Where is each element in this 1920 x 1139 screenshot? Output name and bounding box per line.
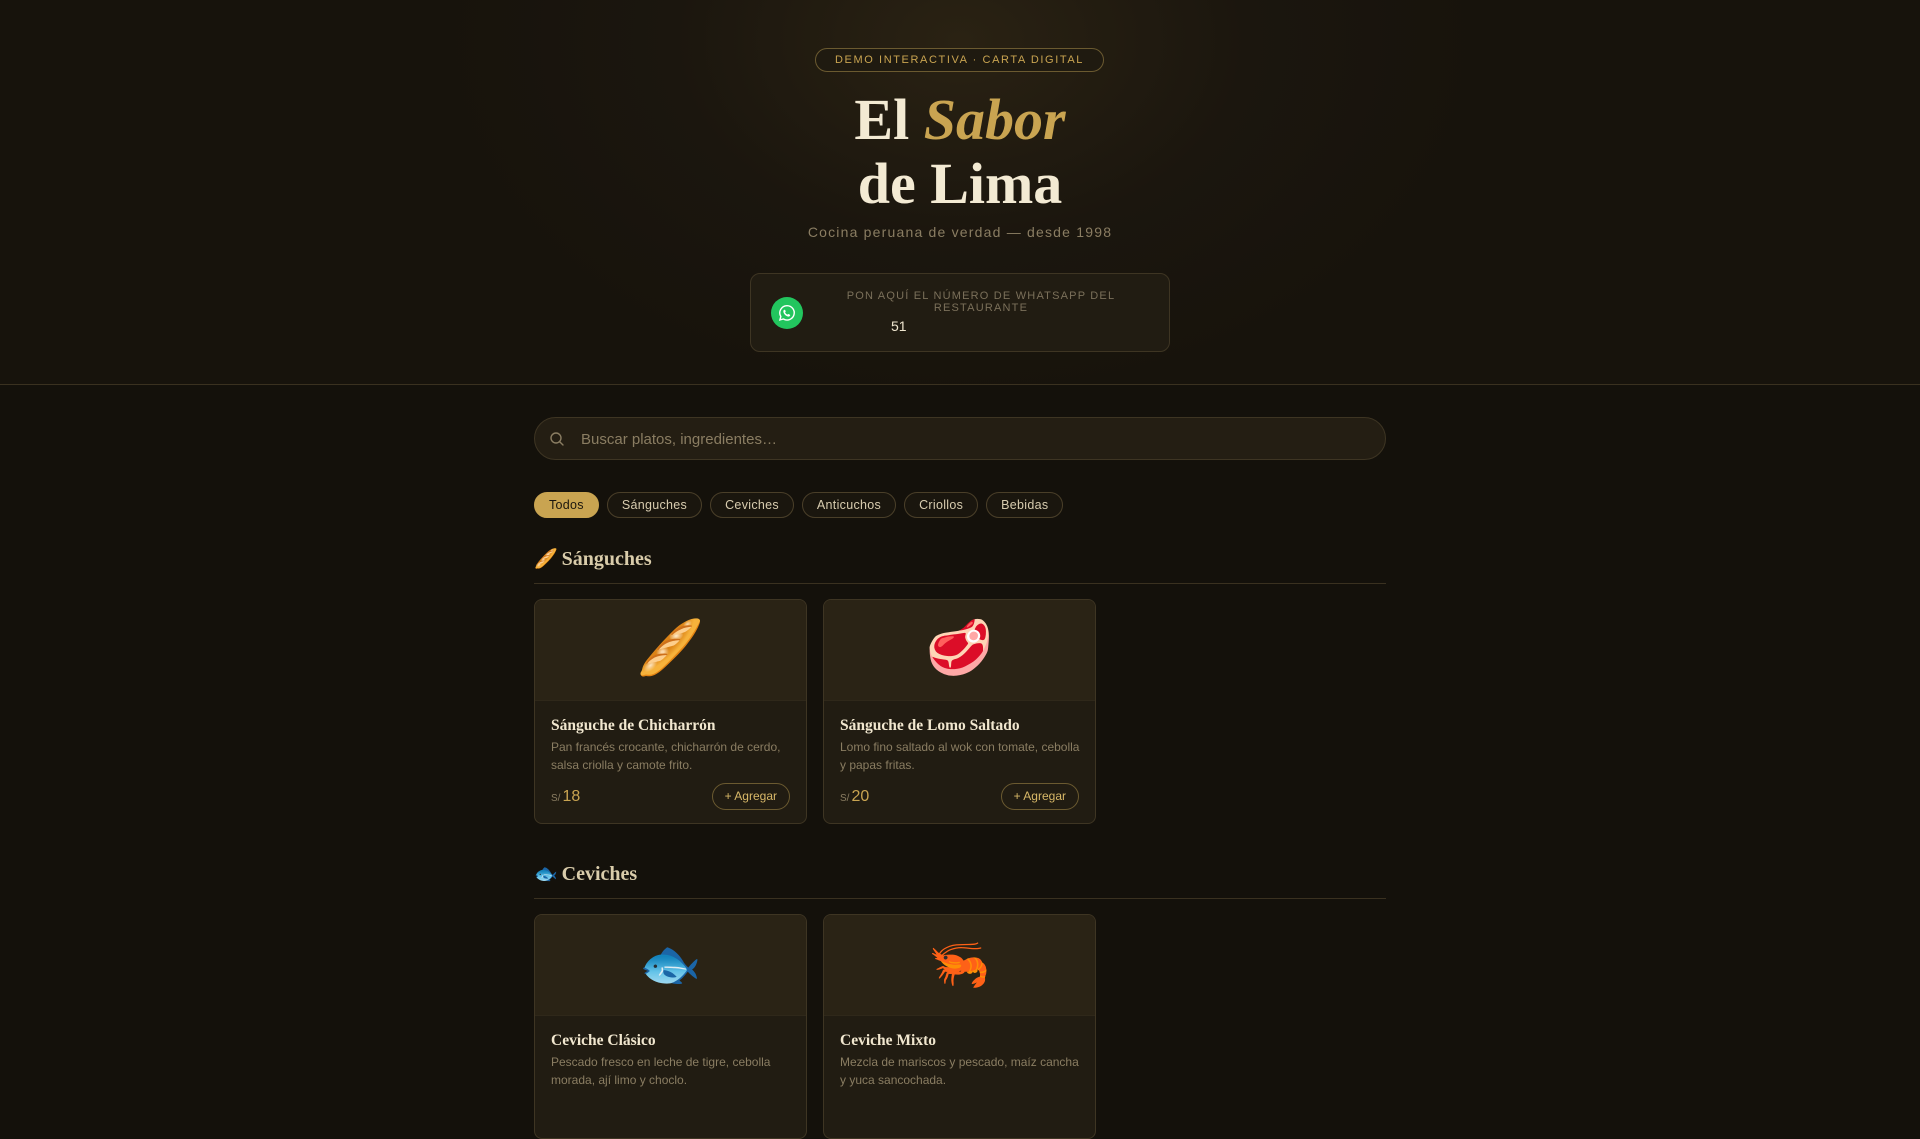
section-heading-sanguches: 🥖 Sánguches <box>534 547 1386 584</box>
demo-badge: DEMO INTERACTIVA · CARTA DIGITAL <box>815 48 1104 72</box>
menu-item-card: 🥩 Sánguche de Lomo Saltado Lomo fino sal… <box>823 599 1096 824</box>
price-value: 18 <box>562 788 581 805</box>
whatsapp-config-box: PON AQUÍ EL NÚMERO DE WHATSAPP DEL RESTA… <box>750 273 1170 352</box>
dish-image-area: 🦐 <box>824 915 1095 1016</box>
svg-text:🦐: 🦐 <box>928 936 990 992</box>
whatsapp-instruction-label: PON AQUÍ EL NÚMERO DE WHATSAPP DEL RESTA… <box>846 290 1116 314</box>
dish-description: Mezcla de mariscos y pescado, maíz canch… <box>840 1055 1079 1087</box>
filter-chip-bebidas[interactable]: Bebidas <box>986 492 1064 518</box>
dish-name: Sánguche de Lomo Saltado <box>840 717 1020 734</box>
search-input[interactable] <box>579 418 1373 461</box>
add-to-order-button[interactable]: + Agregar <box>711 783 790 810</box>
currency-symbol: S/ <box>551 793 561 804</box>
dish-price: S/20 <box>840 788 869 806</box>
dish-name: Ceviche Mixto <box>840 1032 936 1049</box>
title-line-2: de Lima <box>857 151 1063 216</box>
tagline: Cocina peruana de verdad — desde 1998 <box>807 224 1113 240</box>
filter-chip-ceviches[interactable]: Ceviches <box>710 492 794 518</box>
hero-header: DEMO INTERACTIVA · CARTA DIGITAL El Sabo… <box>0 0 1920 385</box>
whatsapp-icon <box>771 297 803 329</box>
fish-icon: 🐟 <box>534 863 558 885</box>
title-word: El <box>854 87 910 152</box>
menu-item-card: 🐟 Ceviche Clásico Pescado fresco en lech… <box>534 914 807 1139</box>
section-heading-ceviches: 🐟 Ceviches <box>534 862 1386 899</box>
dish-image-area: 🐟 <box>535 915 806 1016</box>
title-accent-word: Sabor <box>923 87 1066 152</box>
filter-chip-anticuchos[interactable]: Anticuchos <box>801 492 897 518</box>
restaurant-title: El Sabor de Lima <box>0 88 1920 216</box>
svg-text:🐟: 🐟 <box>639 936 701 992</box>
fish-icon: 🐟 <box>639 936 701 992</box>
filter-chip-sanguches[interactable]: Sánguches <box>606 492 703 518</box>
steak-icon: 🥩 <box>926 617 993 680</box>
menu-item-card: 🥖 Sánguche de Chicharrón Pan francés cro… <box>534 599 807 824</box>
dish-name: Ceviche Clásico <box>551 1032 656 1049</box>
dish-description: Pescado fresco en leche de tigre, ceboll… <box>551 1055 771 1087</box>
menu-item-card: 🦐 Ceviche Mixto Mezcla de mariscos y pes… <box>823 914 1096 1139</box>
category-filters: Todos Sánguches Ceviches Anticuchos Crio… <box>534 492 1064 518</box>
dish-description: Pan francés crocante, chicharrón de cerd… <box>551 740 781 772</box>
filter-chip-todos[interactable]: Todos <box>534 492 599 518</box>
search-icon <box>550 432 564 446</box>
currency-symbol: S/ <box>840 793 850 804</box>
dish-image-area: 🥩 <box>824 600 1095 701</box>
baguette-icon: 🥖 <box>637 617 704 678</box>
dish-image-area: 🥖 <box>535 600 806 701</box>
search-bar[interactable] <box>534 417 1386 461</box>
svg-text:🥩: 🥩 <box>926 617 993 680</box>
svg-text:🥖: 🥖 <box>637 617 704 678</box>
baguette-icon: 🥖 <box>534 548 558 570</box>
shrimp-icon: 🦐 <box>928 936 990 992</box>
dish-name: Sánguche de Chicharrón <box>551 717 716 734</box>
filter-chip-criollos[interactable]: Criollos <box>904 492 979 518</box>
add-to-order-button[interactable]: + Agregar <box>1000 783 1079 810</box>
price-value: 20 <box>851 788 870 805</box>
section-title-text: Sánguches <box>561 548 652 570</box>
dish-price: S/18 <box>551 788 580 806</box>
section-title-text: Ceviches <box>561 863 638 885</box>
dish-description: Lomo fino saltado al wok con tomate, ceb… <box>840 740 1080 772</box>
whatsapp-number-input[interactable]: 51 <box>891 318 907 334</box>
